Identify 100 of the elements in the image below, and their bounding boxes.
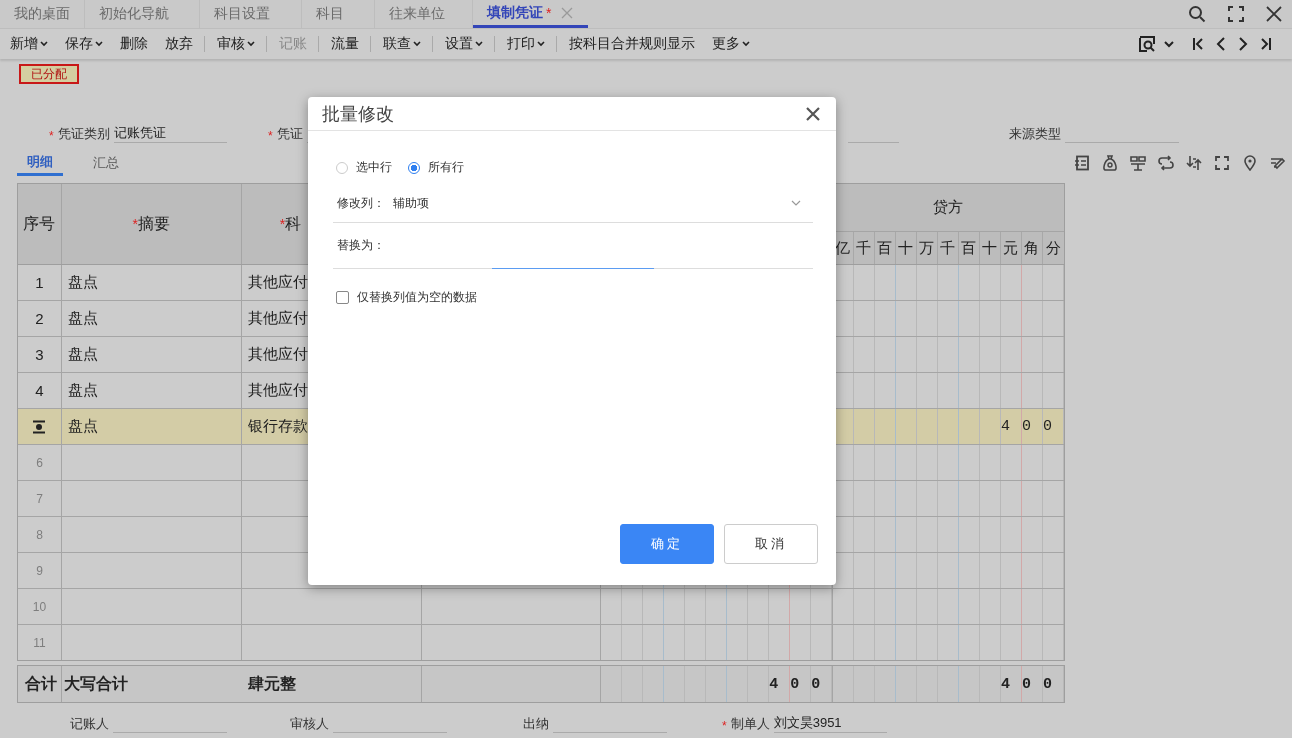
edit-lines-icon[interactable]	[1270, 155, 1286, 171]
search-icon[interactable]	[1188, 5, 1206, 23]
table-cell: 盘点	[67, 345, 98, 364]
input-field[interactable]: 刘文昊3951	[773, 714, 887, 733]
field-label: 凭证类别	[57, 125, 110, 143]
insert-row-icon[interactable]	[32, 419, 47, 434]
table-cell: 其他应付	[247, 309, 308, 328]
toolbar-button[interactable]: 设置	[432, 36, 489, 52]
table-cell: 盘点	[67, 273, 98, 292]
toolbar-button[interactable]: 放弃	[159, 35, 199, 53]
tab[interactable]: 明细	[17, 150, 63, 176]
status-badge: 已分配	[19, 64, 79, 84]
toolbar-button[interactable]: 按科目合并规则显示	[556, 36, 701, 52]
digit-header: 千	[938, 232, 959, 264]
field-label: 制单人	[730, 715, 770, 733]
field-label: 替换为：	[337, 237, 386, 254]
amount-text: 400	[1000, 418, 1064, 435]
digit-header: 分	[1045, 237, 1062, 258]
total-caption: 大写合计	[63, 673, 128, 694]
digit-header: 百	[959, 232, 980, 264]
chevron-down-icon	[247, 41, 255, 47]
required-mark: *	[722, 719, 727, 733]
toolbar-button[interactable]: 联查	[370, 36, 427, 52]
radio-option[interactable]: 所有行	[408, 159, 464, 176]
chevron-down-icon[interactable]	[1164, 40, 1174, 48]
toolbar-button[interactable]: 删除	[114, 35, 154, 53]
next-icon[interactable]	[1238, 36, 1248, 52]
row-number: 10	[32, 599, 47, 614]
digit-header: 十	[896, 232, 917, 264]
close-icon[interactable]	[806, 106, 820, 121]
tab[interactable]: 填制凭证 *	[473, 0, 588, 28]
required-mark: *	[268, 129, 273, 143]
table-cell: 其他应付	[247, 345, 308, 364]
column-header: *摘要	[61, 184, 242, 264]
field-label: 记账人	[70, 715, 109, 733]
toolbar-button[interactable]: 更多	[706, 35, 756, 53]
transfer-icon[interactable]	[1186, 155, 1202, 171]
digit-header: 百	[875, 232, 896, 264]
field-label: 来源类型	[1009, 125, 1061, 143]
layout-icon[interactable]	[1130, 155, 1146, 171]
preview-icon[interactable]	[1138, 35, 1156, 53]
digit-header: 元	[1001, 232, 1022, 264]
table-cell: 盘点	[67, 417, 98, 436]
field-label: 凭证	[276, 125, 303, 143]
dialog-title: 批量修改	[322, 102, 394, 126]
row-number: 7	[36, 491, 43, 506]
checkbox[interactable]: 仅替换列值为空的数据	[333, 289, 477, 306]
total-label: 合计	[25, 673, 58, 694]
row-number: 8	[36, 527, 43, 542]
previous-icon[interactable]	[1216, 36, 1226, 52]
column-header: 贷方	[933, 198, 964, 217]
table-cell: 盘点	[67, 309, 98, 328]
row-number: 4	[35, 382, 44, 399]
input-field[interactable]: 记账凭证	[113, 124, 227, 143]
row-number: 6	[36, 455, 43, 470]
table-cell: 其他应付	[247, 381, 308, 400]
field-label: 审核人	[290, 715, 329, 733]
digit-header: 十	[980, 232, 1001, 264]
row-number: 2	[35, 310, 44, 327]
chevron-down-icon	[742, 41, 750, 47]
chevron-down-icon	[537, 41, 545, 47]
row-number: 3	[35, 346, 44, 363]
field-label: 出纳	[523, 715, 549, 733]
amount-text: 400	[1000, 675, 1064, 693]
table-cell: 其他应付	[247, 273, 308, 292]
tab[interactable]: 汇总	[83, 150, 129, 176]
row-number: 9	[36, 563, 43, 578]
column-header: 序号	[18, 184, 62, 264]
digit-header: 万	[917, 232, 938, 264]
last-page-icon[interactable]	[1260, 36, 1272, 52]
first-page-icon[interactable]	[1192, 36, 1204, 52]
swap-icon[interactable]	[1158, 155, 1174, 171]
toolbar-button[interactable]: 打印	[494, 36, 551, 52]
document-icon[interactable]	[1074, 155, 1090, 171]
table-cell: 盘点	[67, 381, 98, 400]
money-bag-icon[interactable]	[1102, 155, 1118, 171]
digit-header: 角	[1022, 232, 1043, 264]
dialog-button[interactable]: 取消	[724, 524, 818, 564]
dialog-button[interactable]: 确定	[620, 524, 714, 564]
location-pin-icon[interactable]	[1242, 155, 1258, 171]
radio-option[interactable]: 选中行	[336, 159, 392, 176]
chevron-down-icon	[95, 41, 103, 47]
table-cell: 银行存款	[247, 417, 308, 436]
fullscreen-icon[interactable]	[1228, 6, 1244, 22]
toolbar-button[interactable]: 新增	[4, 35, 54, 53]
required-mark: *	[49, 129, 54, 143]
fullscreen-icon[interactable]	[1214, 155, 1230, 171]
amount-in-words: 肆元整	[247, 673, 296, 694]
field-label: 修改列：	[337, 194, 386, 212]
row-number: 1	[35, 274, 44, 291]
digit-header: 千	[854, 232, 875, 264]
toolbar-button[interactable]: 审核	[204, 36, 261, 52]
row-number: 11	[33, 635, 46, 650]
chevron-down-icon	[40, 41, 48, 47]
close-icon[interactable]	[1266, 6, 1282, 22]
toolbar-button[interactable]: 保存	[59, 35, 109, 53]
chevron-down-icon	[413, 41, 421, 47]
chevron-down-icon	[791, 200, 801, 206]
toolbar-button[interactable]: 流量	[318, 36, 365, 52]
chevron-down-icon	[475, 41, 483, 47]
